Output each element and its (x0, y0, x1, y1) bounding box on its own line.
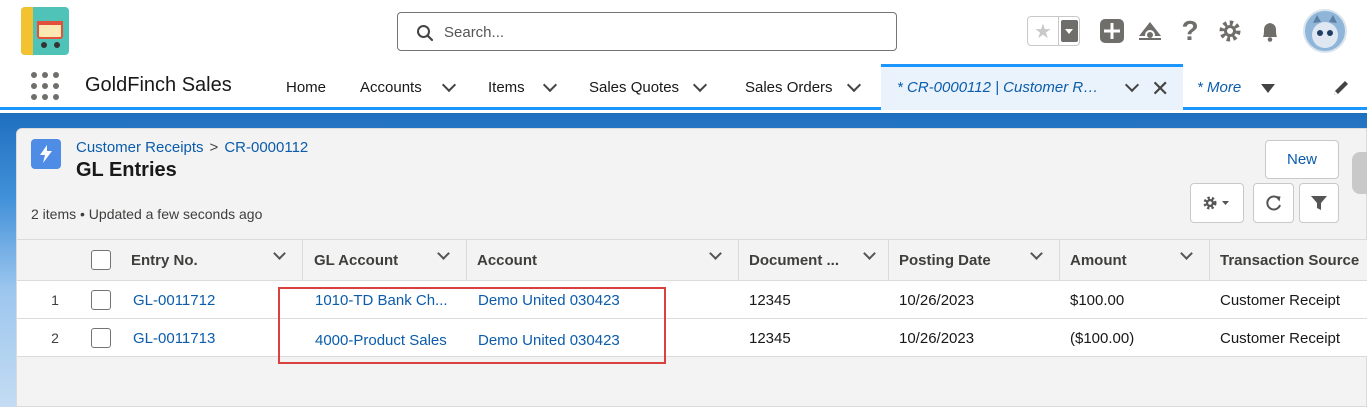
nav-item-home[interactable]: Home (286, 64, 326, 110)
column-label: GL Account (314, 252, 399, 269)
new-button[interactable]: New (1265, 140, 1339, 179)
chevron-down-icon[interactable] (846, 77, 861, 93)
column-header-account[interactable]: Account (467, 240, 739, 281)
favorites-control[interactable]: ★ (1027, 16, 1080, 46)
breadcrumb-record-link[interactable]: CR-0000112 (224, 139, 308, 156)
breadcrumb-separator: > (209, 139, 219, 156)
posting-date-cell: 10/26/2023 (899, 291, 975, 309)
refresh-button[interactable] (1253, 183, 1294, 223)
column-header-posting-date[interactable]: Posting Date (889, 240, 1060, 281)
refresh-icon (1265, 195, 1281, 211)
nav-item-label: Sales Orders (745, 78, 833, 96)
nav-item-sales-orders[interactable]: Sales Orders (745, 64, 861, 110)
global-header: ★ ? (0, 0, 1367, 64)
column-label: Amount (1070, 252, 1127, 269)
posting-date-cell: 10/26/2023 (899, 329, 975, 347)
row-number: 2 (51, 330, 59, 346)
close-icon[interactable]: ✕ (1151, 76, 1169, 102)
table-row[interactable]: 1 GL-0011712 1010-TD Bank Ch... Demo Uni… (17, 281, 1367, 319)
tab-customer-receipt[interactable]: * CR-0000112 | Customer Receipt ✕ (881, 64, 1183, 110)
chevron-down-icon[interactable] (1030, 247, 1043, 260)
column-label: Posting Date (899, 252, 991, 269)
nav-item-items[interactable]: Items (488, 64, 557, 110)
tab-label: * CR-0000112 | Customer Receipt (897, 79, 1102, 96)
breadcrumb-parent-link[interactable]: Customer Receipts (76, 139, 204, 156)
nav-more[interactable]: * More (1197, 79, 1241, 96)
amount-cell: $100.00 (1070, 291, 1125, 309)
chevron-down-icon[interactable] (863, 247, 876, 260)
app-launcher-icon[interactable] (31, 72, 59, 100)
highlight-annotation-box (278, 287, 666, 364)
notifications-bell-icon[interactable] (1257, 18, 1283, 44)
nav-item-label: Accounts (360, 78, 422, 96)
row-checkbox[interactable] (91, 328, 111, 348)
favorites-dropdown-icon[interactable] (1061, 20, 1078, 42)
app-name: GoldFinch Sales (85, 74, 232, 96)
star-icon[interactable]: ★ (1028, 17, 1059, 45)
column-header-transaction-source[interactable]: Transaction Source (1210, 240, 1367, 281)
table-header: Entry No. GL Account Account Document ..… (17, 239, 1367, 281)
entry-no-link[interactable]: GL-0011713 (133, 319, 215, 357)
row-number-header (17, 240, 82, 281)
nav-item-accounts[interactable]: Accounts (360, 64, 456, 110)
select-all-header (82, 240, 122, 281)
nav-item-label: Items (488, 78, 525, 96)
global-search[interactable] (397, 12, 897, 51)
nav-item-label: Home (286, 78, 327, 96)
add-icon[interactable] (1099, 18, 1125, 44)
nav-item-label: Sales Quotes (589, 78, 680, 96)
filter-icon (1311, 196, 1327, 210)
column-label: Document ... (749, 252, 840, 269)
edit-nav-icon[interactable] (1331, 78, 1351, 98)
nav-item-sales-quotes[interactable]: Sales Quotes (589, 64, 708, 110)
amount-cell: ($100.00) (1070, 329, 1135, 347)
chevron-down-icon[interactable] (437, 247, 450, 260)
breadcrumb: Customer Receipts > CR-0000112 (76, 139, 308, 156)
table-row[interactable]: 2 GL-0011713 4000-Product Sales Demo Uni… (17, 319, 1367, 357)
column-label: Entry No. (131, 252, 198, 269)
app-logo[interactable] (21, 7, 69, 55)
chevron-down-icon[interactable] (1180, 247, 1193, 260)
transaction-source-cell: Customer Receipt (1220, 291, 1341, 309)
search-input[interactable] (444, 21, 884, 43)
gear-icon (1203, 196, 1229, 210)
chevron-down-icon[interactable] (441, 77, 456, 93)
list-settings-button[interactable] (1190, 183, 1244, 223)
column-header-amount[interactable]: Amount (1060, 240, 1210, 281)
filter-button[interactable] (1299, 183, 1339, 223)
column-label: Account (477, 252, 537, 269)
app-navigation: GoldFinch Sales Home Accounts Items Sale… (0, 64, 1367, 110)
document-cell: 12345 (749, 291, 791, 309)
chevron-down-icon[interactable] (692, 77, 708, 93)
chevron-down-icon[interactable] (542, 77, 557, 93)
help-icon[interactable]: ? (1177, 15, 1203, 46)
chevron-down-icon[interactable] (273, 247, 286, 260)
trailhead-icon[interactable] (1137, 18, 1163, 44)
transaction-source-cell: Customer Receipt (1220, 329, 1341, 347)
column-label: Transaction Source (1220, 252, 1360, 269)
column-header-document[interactable]: Document ... (739, 240, 889, 281)
page-title: GL Entries (76, 159, 177, 181)
caret-down-icon[interactable] (1261, 84, 1275, 93)
column-header-entry-no[interactable]: Entry No. (121, 240, 303, 281)
column-header-gl-account[interactable]: GL Account (304, 240, 467, 281)
chevron-down-icon[interactable] (709, 247, 722, 260)
select-all-checkbox[interactable] (91, 250, 111, 270)
avatar[interactable] (1303, 9, 1347, 53)
chevron-down-icon[interactable] (1124, 77, 1140, 93)
lightning-object-icon (31, 139, 61, 169)
setup-gear-icon[interactable] (1217, 18, 1243, 44)
row-number: 1 (51, 292, 59, 308)
search-icon (417, 25, 434, 42)
utility-flap[interactable] (1352, 152, 1367, 194)
entry-no-link[interactable]: GL-0011712 (133, 281, 215, 319)
list-status: 2 items • Updated a few seconds ago (31, 206, 263, 222)
document-cell: 12345 (749, 329, 791, 347)
row-checkbox[interactable] (91, 290, 111, 310)
